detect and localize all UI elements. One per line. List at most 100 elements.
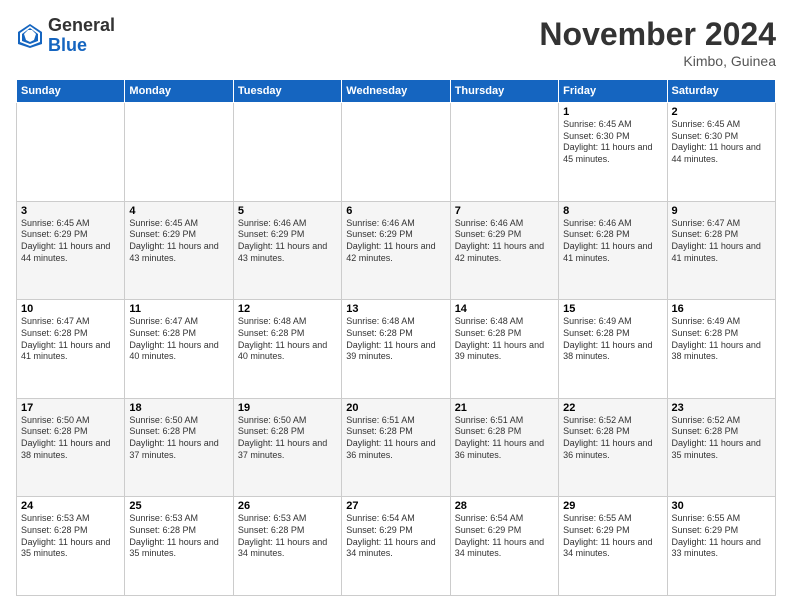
calendar-cell: 13Sunrise: 6:48 AM Sunset: 6:28 PM Dayli… xyxy=(342,300,450,399)
day-info: Sunrise: 6:47 AM Sunset: 6:28 PM Dayligh… xyxy=(129,316,228,363)
calendar-cell: 9Sunrise: 6:47 AM Sunset: 6:28 PM Daylig… xyxy=(667,201,775,300)
day-number: 8 xyxy=(563,205,662,217)
day-number: 10 xyxy=(21,303,120,315)
day-number: 2 xyxy=(672,106,771,118)
col-friday: Friday xyxy=(559,80,667,103)
col-thursday: Thursday xyxy=(450,80,558,103)
calendar-cell: 27Sunrise: 6:54 AM Sunset: 6:29 PM Dayli… xyxy=(342,497,450,596)
calendar-cell: 28Sunrise: 6:54 AM Sunset: 6:29 PM Dayli… xyxy=(450,497,558,596)
day-number: 24 xyxy=(21,500,120,512)
day-number: 22 xyxy=(563,402,662,414)
day-number: 15 xyxy=(563,303,662,315)
calendar-cell: 22Sunrise: 6:52 AM Sunset: 6:28 PM Dayli… xyxy=(559,398,667,497)
day-info: Sunrise: 6:53 AM Sunset: 6:28 PM Dayligh… xyxy=(21,513,120,560)
col-saturday: Saturday xyxy=(667,80,775,103)
day-number: 23 xyxy=(672,402,771,414)
day-info: Sunrise: 6:46 AM Sunset: 6:29 PM Dayligh… xyxy=(346,218,445,265)
day-number: 29 xyxy=(563,500,662,512)
day-info: Sunrise: 6:50 AM Sunset: 6:28 PM Dayligh… xyxy=(238,415,337,462)
day-number: 11 xyxy=(129,303,228,315)
day-info: Sunrise: 6:53 AM Sunset: 6:28 PM Dayligh… xyxy=(129,513,228,560)
day-number: 12 xyxy=(238,303,337,315)
calendar-cell: 5Sunrise: 6:46 AM Sunset: 6:29 PM Daylig… xyxy=(233,201,341,300)
calendar-cell: 4Sunrise: 6:45 AM Sunset: 6:29 PM Daylig… xyxy=(125,201,233,300)
day-info: Sunrise: 6:46 AM Sunset: 6:28 PM Dayligh… xyxy=(563,218,662,265)
calendar-cell xyxy=(125,103,233,202)
calendar-cell: 17Sunrise: 6:50 AM Sunset: 6:28 PM Dayli… xyxy=(17,398,125,497)
day-info: Sunrise: 6:45 AM Sunset: 6:30 PM Dayligh… xyxy=(672,119,771,166)
day-number: 1 xyxy=(563,106,662,118)
day-info: Sunrise: 6:45 AM Sunset: 6:30 PM Dayligh… xyxy=(563,119,662,166)
day-number: 26 xyxy=(238,500,337,512)
day-info: Sunrise: 6:52 AM Sunset: 6:28 PM Dayligh… xyxy=(563,415,662,462)
calendar-cell: 11Sunrise: 6:47 AM Sunset: 6:28 PM Dayli… xyxy=(125,300,233,399)
calendar-cell: 14Sunrise: 6:48 AM Sunset: 6:28 PM Dayli… xyxy=(450,300,558,399)
day-number: 20 xyxy=(346,402,445,414)
day-info: Sunrise: 6:54 AM Sunset: 6:29 PM Dayligh… xyxy=(346,513,445,560)
day-info: Sunrise: 6:55 AM Sunset: 6:29 PM Dayligh… xyxy=(563,513,662,560)
calendar-cell: 25Sunrise: 6:53 AM Sunset: 6:28 PM Dayli… xyxy=(125,497,233,596)
calendar-cell: 23Sunrise: 6:52 AM Sunset: 6:28 PM Dayli… xyxy=(667,398,775,497)
logo-text: General Blue xyxy=(48,16,115,56)
day-number: 13 xyxy=(346,303,445,315)
month-title: November 2024 xyxy=(539,16,776,53)
calendar-cell xyxy=(17,103,125,202)
day-number: 9 xyxy=(672,205,771,217)
calendar-cell: 24Sunrise: 6:53 AM Sunset: 6:28 PM Dayli… xyxy=(17,497,125,596)
title-block: November 2024 Kimbo, Guinea xyxy=(539,16,776,69)
day-info: Sunrise: 6:45 AM Sunset: 6:29 PM Dayligh… xyxy=(129,218,228,265)
day-info: Sunrise: 6:46 AM Sunset: 6:29 PM Dayligh… xyxy=(455,218,554,265)
calendar-cell: 15Sunrise: 6:49 AM Sunset: 6:28 PM Dayli… xyxy=(559,300,667,399)
col-monday: Monday xyxy=(125,80,233,103)
calendar-cell xyxy=(342,103,450,202)
day-number: 5 xyxy=(238,205,337,217)
day-info: Sunrise: 6:49 AM Sunset: 6:28 PM Dayligh… xyxy=(672,316,771,363)
day-number: 28 xyxy=(455,500,554,512)
calendar-cell: 12Sunrise: 6:48 AM Sunset: 6:28 PM Dayli… xyxy=(233,300,341,399)
calendar-header-row: Sunday Monday Tuesday Wednesday Thursday… xyxy=(17,80,776,103)
calendar-cell: 21Sunrise: 6:51 AM Sunset: 6:28 PM Dayli… xyxy=(450,398,558,497)
day-info: Sunrise: 6:51 AM Sunset: 6:28 PM Dayligh… xyxy=(455,415,554,462)
calendar-cell: 30Sunrise: 6:55 AM Sunset: 6:29 PM Dayli… xyxy=(667,497,775,596)
day-info: Sunrise: 6:52 AM Sunset: 6:28 PM Dayligh… xyxy=(672,415,771,462)
day-info: Sunrise: 6:55 AM Sunset: 6:29 PM Dayligh… xyxy=(672,513,771,560)
day-info: Sunrise: 6:48 AM Sunset: 6:28 PM Dayligh… xyxy=(455,316,554,363)
day-number: 3 xyxy=(21,205,120,217)
calendar-week-4: 17Sunrise: 6:50 AM Sunset: 6:28 PM Dayli… xyxy=(17,398,776,497)
page: General Blue November 2024 Kimbo, Guinea… xyxy=(0,0,792,612)
day-number: 18 xyxy=(129,402,228,414)
calendar-cell: 16Sunrise: 6:49 AM Sunset: 6:28 PM Dayli… xyxy=(667,300,775,399)
col-tuesday: Tuesday xyxy=(233,80,341,103)
calendar-cell: 6Sunrise: 6:46 AM Sunset: 6:29 PM Daylig… xyxy=(342,201,450,300)
logo-general: General xyxy=(48,15,115,35)
day-info: Sunrise: 6:47 AM Sunset: 6:28 PM Dayligh… xyxy=(672,218,771,265)
day-number: 6 xyxy=(346,205,445,217)
day-info: Sunrise: 6:48 AM Sunset: 6:28 PM Dayligh… xyxy=(238,316,337,363)
calendar-cell xyxy=(450,103,558,202)
calendar-week-5: 24Sunrise: 6:53 AM Sunset: 6:28 PM Dayli… xyxy=(17,497,776,596)
calendar-week-3: 10 Sunrise: 6:47 AM Sunset: 6:28 PM Dayli… xyxy=(17,300,776,399)
calendar-cell: 26Sunrise: 6:53 AM Sunset: 6:28 PM Dayli… xyxy=(233,497,341,596)
day-info: Sunrise: 6:49 AM Sunset: 6:28 PM Dayligh… xyxy=(563,316,662,363)
day-info: Sunrise: 6:50 AM Sunset: 6:28 PM Dayligh… xyxy=(129,415,228,462)
calendar-cell: 3Sunrise: 6:45 AM Sunset: 6:29 PM Daylig… xyxy=(17,201,125,300)
location: Kimbo, Guinea xyxy=(539,53,776,69)
header: General Blue November 2024 Kimbo, Guinea xyxy=(16,16,776,69)
calendar-cell: 2Sunrise: 6:45 AM Sunset: 6:30 PM Daylig… xyxy=(667,103,775,202)
day-info: Sunrise: 6:48 AM Sunset: 6:28 PM Dayligh… xyxy=(346,316,445,363)
calendar-cell: 8Sunrise: 6:46 AM Sunset: 6:28 PM Daylig… xyxy=(559,201,667,300)
day-number: 4 xyxy=(129,205,228,217)
calendar-cell: 10Sunrise: 6:47 AM Sunset: 6:28 PM Dayli… xyxy=(17,300,125,399)
day-number: 30 xyxy=(672,500,771,512)
day-number: 19 xyxy=(238,402,337,414)
day-number: 27 xyxy=(346,500,445,512)
logo-blue: Blue xyxy=(48,35,87,55)
logo: General Blue xyxy=(16,16,115,56)
day-number: 25 xyxy=(129,500,228,512)
logo-icon xyxy=(16,22,44,50)
calendar-cell xyxy=(233,103,341,202)
calendar-cell: 20Sunrise: 6:51 AM Sunset: 6:28 PM Dayli… xyxy=(342,398,450,497)
day-info: Sunrise: 6:54 AM Sunset: 6:29 PM Dayligh… xyxy=(455,513,554,560)
calendar-cell: 7Sunrise: 6:46 AM Sunset: 6:29 PM Daylig… xyxy=(450,201,558,300)
day-info: Sunrise: 6:51 AM Sunset: 6:28 PM Dayligh… xyxy=(346,415,445,462)
